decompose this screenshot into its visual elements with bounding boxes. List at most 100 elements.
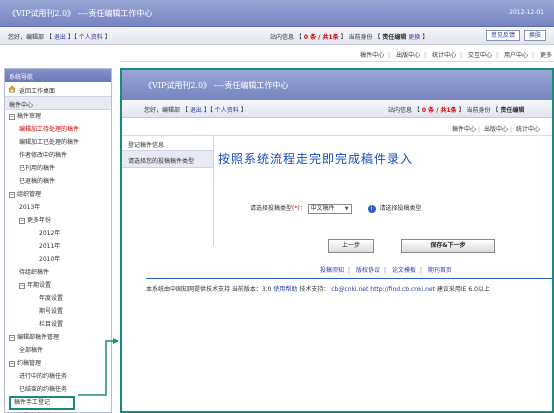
feedback-button[interactable]: 意见反馈 <box>486 30 521 41</box>
inner-nav-publish[interactable]: 出版中心 <box>484 126 508 133</box>
info-icon: i <box>367 204 376 213</box>
collapse-icon[interactable]: − <box>9 360 15 367</box>
link-copyright[interactable]: 版权协议 <box>356 267 380 274</box>
sidebar-item-label: 稿件审理 <box>17 113 42 120</box>
sidebar-item[interactable]: 全部稿件 <box>5 344 111 357</box>
sidebar-item-label: 2012年 <box>39 230 61 237</box>
support-email[interactable]: cb@cnki.net <box>331 286 368 293</box>
type-form-row: 请选择投稿类型(*)： 中文稿件 ▼ i 请选择投稿类型 <box>250 203 422 214</box>
inner-nav-manuscript[interactable]: 稿件中心 <box>452 126 476 133</box>
skin-button[interactable]: 换肤 <box>524 30 547 41</box>
inner-site-info-label: 站内信息 【 <box>388 107 420 114</box>
sidebar-section-title: 稿件中心 <box>5 97 111 110</box>
step-select-type[interactable]: 请选择您的投稿稿件类型 <box>122 151 213 168</box>
sidebar-item-label: 已结束的约稿任务 <box>19 386 68 393</box>
nav-interact[interactable]: 交互中心 <box>466 52 494 59</box>
manuscript-type-select[interactable]: 中文稿件 ▼ <box>307 203 352 214</box>
prev-step-button[interactable]: 上一步 <box>328 239 374 253</box>
sidebar-item-label: 年度设置 <box>39 295 64 302</box>
sidebar-item[interactable]: − 年期设置 <box>5 279 111 292</box>
help-link[interactable]: 使用帮助 <box>273 286 297 293</box>
select-value: 中文稿件 <box>310 204 335 212</box>
sidebar-item[interactable]: 进行中的约稿任务 <box>5 370 111 383</box>
sidebar-item[interactable]: 2012年 <box>5 227 111 240</box>
collapse-icon[interactable]: − <box>9 191 15 198</box>
profile-link[interactable]: 个人资料 <box>79 34 103 41</box>
sidebar-item[interactable]: 待组织稿件 <box>5 266 111 279</box>
inner-logout-link[interactable]: 退出 <box>190 107 202 114</box>
sidebar-item-label: 编辑加工已处理的稿件 <box>19 139 80 146</box>
support-url[interactable]: http://find.cb.cnki.net <box>370 286 435 293</box>
inner-app-title: 《VIP试用刊2.0》 ----责任编辑工作中心 <box>144 81 289 90</box>
sidebar-item-label: 年期设置 <box>27 282 52 289</box>
sidebar-item[interactable]: 已刊用的稿件 <box>5 162 111 175</box>
collapse-icon[interactable]: − <box>19 282 25 289</box>
user-greeting: 您好，编辑部 <box>8 34 45 41</box>
collapse-icon[interactable]: − <box>9 113 15 120</box>
sidebar-item-label: 2010年 <box>39 256 61 263</box>
sidebar-item-label: 编辑部稿件管理 <box>17 334 60 341</box>
page-heading: 按照系统流程走完即完成稿件录入 <box>218 152 414 166</box>
sidebar-item[interactable]: − 约稿管理 <box>5 357 111 370</box>
sidebar-item[interactable]: − 编辑部稿件管理 <box>5 331 111 344</box>
registration-steps: 登记稿件信息 请选择您的投稿稿件类型 <box>122 136 214 246</box>
sidebar-item[interactable]: 编辑加工待处理的稿件 <box>5 123 111 136</box>
chevron-down-icon: ▼ <box>344 205 349 212</box>
top-nav: 稿件中心 | 出版中心 | 统计中心 | 交互中心 | 用户中心 | 更多 <box>120 45 554 62</box>
app-title: 《VIP试用刊2.0》 ----责任编辑工作中心 <box>8 9 153 18</box>
inner-top-nav: 稿件中心 | 出版中心 | 统计中心 <box>122 118 552 136</box>
back-label: 返回工作桌面 <box>19 88 56 95</box>
nav-manuscript[interactable]: 稿件中心 <box>358 52 386 59</box>
sidebar-item[interactable]: 期号设置 <box>5 305 111 318</box>
inner-identity-label: 当前身份 【 <box>466 107 499 114</box>
link-template[interactable]: 论文模板 <box>392 267 416 274</box>
sidebar-item-label: 约稿管理 <box>17 360 42 367</box>
sidebar-item[interactable]: − 稿件审理 <box>5 110 111 123</box>
support-label: 技术支持： <box>299 286 330 293</box>
user-status-group: 站内信息 【 0 条 / 共1条 】 当前身份 【 责任编辑 更换 】 <box>270 34 429 41</box>
inner-user-bar: 您好，编辑部 【 退出 】【 个人资料 】 站内信息 【 0 条 / 共1条 】… <box>122 100 552 118</box>
nav-stats[interactable]: 统计中心 <box>430 52 458 59</box>
type-hint: 请选择投稿类型 <box>379 205 422 212</box>
identity-label: 当前身份 【 <box>348 34 381 41</box>
sidebar-item-label: 栏目设置 <box>39 321 64 328</box>
sidebar-item-label: 稿件手工登记 <box>14 399 51 406</box>
sidebar-item[interactable]: − 更多年份 <box>5 214 111 227</box>
user-greeting-group: 您好，编辑部 【 退出 】【 个人资料 】 <box>8 34 111 41</box>
sidebar-item[interactable]: − 组织管理 <box>5 188 111 201</box>
step-tab-register[interactable]: 登记稿件信息 <box>122 136 213 151</box>
nav-more[interactable]: 更多 <box>538 52 554 59</box>
sidebar-item[interactable]: 已结束的约稿任务 <box>5 383 111 396</box>
sidebar-item[interactable]: 编辑加工已处理的稿件 <box>5 136 111 149</box>
logout-link[interactable]: 退出 <box>54 34 66 41</box>
sidebar-item[interactable]: 已退稿的稿件 <box>5 175 111 188</box>
message-count[interactable]: 0 条 / 共1条 <box>304 34 339 41</box>
sidebar-item-label: 作者修改中的稿件 <box>19 152 68 159</box>
save-next-button[interactable]: 保存&下一步 <box>401 239 495 253</box>
collapse-icon[interactable]: − <box>9 334 15 341</box>
sidebar-item-label: 期号设置 <box>39 308 64 315</box>
sidebar-item-label: 已退稿的稿件 <box>19 178 56 185</box>
nav-users[interactable]: 用户中心 <box>502 52 530 59</box>
sidebar-item[interactable]: 年度设置 <box>5 292 111 305</box>
back-to-desktop[interactable]: 返回工作桌面 <box>5 82 111 97</box>
link-journal-home[interactable]: 期刊首页 <box>428 267 452 274</box>
sidebar-item[interactable]: 栏目设置 <box>5 318 111 331</box>
collapse-icon[interactable]: − <box>19 217 25 224</box>
current-identity: 责任编辑 <box>382 34 407 41</box>
type-label: 请选择投稿类型 <box>250 205 293 212</box>
sidebar-item[interactable]: 2011年 <box>5 240 111 253</box>
header-date: 2012-12-01 <box>509 9 544 16</box>
sidebar-item[interactable]: 作者修改中的稿件 <box>5 149 111 162</box>
footer-divider <box>146 278 552 279</box>
nav-publish[interactable]: 出版中心 <box>394 52 422 59</box>
sidebar-item[interactable]: 2010年 <box>5 253 111 266</box>
sidebar-item[interactable]: 稿件手工登记 <box>9 396 75 410</box>
inner-nav-stats[interactable]: 统计中心 <box>516 126 540 133</box>
link-submission-guide[interactable]: 投稿须知 <box>320 267 344 274</box>
switch-identity-link[interactable]: 更换 <box>408 34 420 41</box>
app-header: 《VIP试用刊2.0》 ----责任编辑工作中心 2012-12-01 <box>0 0 554 27</box>
sidebar-item[interactable]: 2013年 <box>5 201 111 214</box>
inner-profile-link[interactable]: 个人资料 <box>215 107 239 114</box>
inner-message-count[interactable]: 0 条 / 共1条 <box>422 107 457 114</box>
